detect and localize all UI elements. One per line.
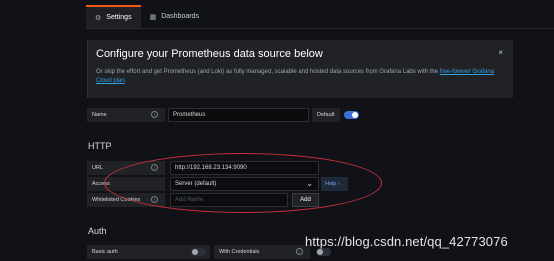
- with-credentials-label: With Credentials i: [214, 245, 310, 259]
- banner-text-after: .: [124, 78, 127, 84]
- toggle-knob: [192, 249, 198, 255]
- toggle-knob: [317, 249, 323, 255]
- default-label: Default: [312, 108, 340, 122]
- sliders-icon: ⚙: [95, 14, 102, 22]
- watermark: https://blog.csdn.net/qq_42773076: [305, 234, 508, 249]
- basic-auth-toggle[interactable]: [191, 248, 206, 256]
- default-toggle[interactable]: [344, 111, 359, 119]
- http-section-title: HTTP: [88, 141, 112, 151]
- name-label-text: Name: [92, 112, 107, 118]
- toggle-knob: [352, 112, 358, 118]
- annotation-ellipse: [104, 153, 382, 213]
- info-icon: i: [151, 111, 158, 118]
- name-input[interactable]: Prometheus: [168, 108, 309, 122]
- name-label: Name i: [87, 108, 165, 122]
- with-credentials-toggle[interactable]: [316, 248, 331, 256]
- tab-dashboards[interactable]: ▦ Dashboards: [141, 5, 208, 28]
- tab-bar: ⚙ Settings ▦ Dashboards: [86, 5, 208, 28]
- close-icon[interactable]: ×: [498, 48, 503, 57]
- auth-section-title: Auth: [88, 226, 107, 236]
- grid-icon: ▦: [149, 13, 157, 21]
- tab-settings-label: Settings: [106, 14, 132, 21]
- banner-title: Configure your Prometheus data source be…: [96, 48, 323, 60]
- tab-dashboards-label: Dashboards: [161, 13, 199, 20]
- info-icon: i: [296, 248, 303, 255]
- tab-settings[interactable]: ⚙ Settings: [86, 5, 141, 28]
- banner-text-before: Or skip the effort and get Prometheus (a…: [96, 69, 440, 75]
- prometheus-banner: Configure your Prometheus data source be…: [87, 40, 513, 98]
- banner-text: Or skip the effort and get Prometheus (a…: [96, 68, 508, 86]
- with-credentials-label-text: With Credentials: [219, 249, 260, 255]
- tab-divider: [86, 28, 554, 29]
- url-label-text: URL: [92, 165, 104, 171]
